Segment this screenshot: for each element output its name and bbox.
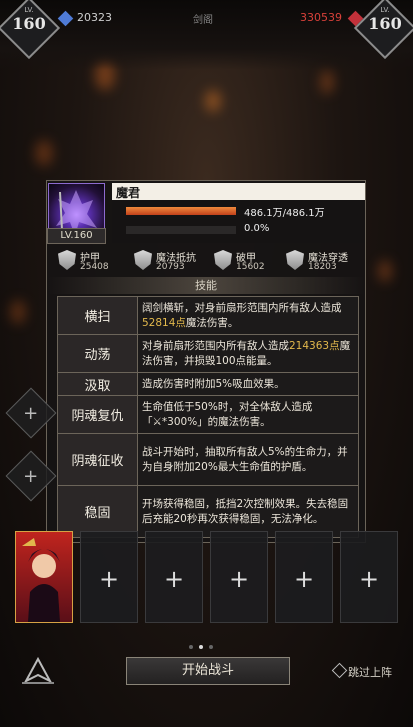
- skill-name: 稳固: [57, 485, 138, 538]
- armor-break-icon: [214, 250, 232, 270]
- page-dot: [189, 645, 193, 649]
- skill-desc-text: 开场获得稳固，抵挡2次控制效果。失去稳固后充能20秒再次获得稳固，无法净化。: [142, 497, 349, 525]
- skill-desc-text: 对身前扇形范围内所有敌人造成: [142, 339, 289, 352]
- boss-level: LV.160: [47, 228, 106, 244]
- enemy-level-label: LV.: [380, 6, 390, 14]
- start-battle-button[interactable]: 开始战斗: [126, 657, 290, 685]
- enemy-power: 330539: [300, 11, 342, 24]
- skill-row: 汲取 造成伤害时附加5%吸血效果。: [57, 372, 359, 396]
- plus-icon: +: [23, 465, 39, 487]
- page-dot: [209, 645, 213, 649]
- skill-name: 汲取: [57, 372, 138, 396]
- player-gem-icon: [57, 10, 74, 27]
- top-bar: LV. 160 20323 剑阁 330539 LV. 160: [0, 0, 413, 70]
- page-dot-active: [199, 645, 203, 649]
- armor-icon: [58, 250, 76, 270]
- stat-value: 15602: [236, 262, 265, 272]
- skills-header: 技能: [48, 277, 364, 294]
- skill-desc-highlight: 214363点: [289, 339, 340, 352]
- skill-name: 阴魂复仇: [57, 395, 138, 434]
- magic-resist-icon: [134, 250, 152, 270]
- plus-icon: +: [358, 565, 380, 593]
- skip-diamond-icon: [331, 662, 348, 679]
- hero-slot-1[interactable]: +: [80, 531, 138, 623]
- skill-name: 横扫: [57, 296, 138, 335]
- stat-value: 18203: [308, 262, 337, 272]
- hero-slot-5[interactable]: +: [340, 531, 398, 623]
- plus-icon: +: [163, 565, 185, 593]
- hero-card-selected[interactable]: [15, 531, 73, 623]
- player-level-label: LV.: [24, 6, 34, 14]
- skip-deploy-button[interactable]: 跳过上阵: [348, 664, 392, 680]
- skill-desc-text: 造成伤害时附加5%吸血效果。: [142, 377, 285, 390]
- hero-slot-2[interactable]: +: [145, 531, 203, 623]
- page-indicator: [186, 634, 216, 653]
- plus-icon: +: [98, 565, 120, 593]
- stats-row: 护甲 25408 魔法抵抗 20793 破甲 15602 魔法穿透 18203: [48, 247, 364, 277]
- plus-icon: +: [23, 402, 39, 424]
- magic-penetration-icon: [286, 250, 304, 270]
- skill-desc: 造成伤害时附加5%吸血效果。: [137, 372, 359, 396]
- hero-slot-3[interactable]: +: [210, 531, 268, 623]
- hp-text: 486.1万/486.1万: [244, 208, 325, 219]
- skills-table: 横扫 阔剑横斩，对身前扇形范围内所有敌人造成 52814点魔法伤害。 动荡 对身前…: [57, 296, 359, 538]
- plus-icon: +: [228, 565, 250, 593]
- player-power: 20323: [77, 11, 112, 24]
- skill-desc-highlight: ⚔*300%: [153, 416, 198, 428]
- hero-slot-4[interactable]: +: [275, 531, 333, 623]
- enemy-level: 160: [368, 14, 402, 33]
- skill-row: 横扫 阔剑横斩，对身前扇形范围内所有敌人造成 52814点魔法伤害。: [57, 296, 359, 335]
- skill-row: 阴魂复仇 生命值低于50%时，对全体敌人造成「⚔*300%」的魔法伤害。: [57, 395, 359, 434]
- skill-desc: 开场获得稳固，抵挡2次控制效果。失去稳固后充能20秒再次获得稳固，无法净化。: [137, 485, 359, 538]
- skill-row: 动荡 对身前扇形范围内所有敌人造成214363点魔法伤害，并损毁100点能量。: [57, 334, 359, 373]
- top-center-label: 剑阁: [193, 15, 213, 26]
- shield-bar: [126, 226, 236, 234]
- boss-name: 魔君: [116, 186, 141, 200]
- skill-desc-text: 魔法伤害。: [185, 316, 239, 329]
- stat-value: 20793: [156, 262, 185, 272]
- skill-desc-highlight: 52814点: [142, 316, 186, 329]
- skill-desc-text: 战斗开始时，抽取所有敌人5%的生命力，并为自身附加20%最大生命值的护盾。: [142, 445, 348, 473]
- hero-portrait-icon: [22, 538, 60, 622]
- stat-value: 25408: [80, 262, 109, 272]
- player-level: 160: [12, 14, 46, 33]
- skill-row: 阴魂征收 战斗开始时，抽取所有敌人5%的生命力，并为自身附加20%最大生命值的护…: [57, 433, 359, 486]
- hp-bar: [126, 207, 236, 215]
- skill-desc: 生命值低于50%时，对全体敌人造成「⚔*300%」的魔法伤害。: [137, 395, 359, 434]
- skill-desc-highlight-text: ⚔*300%: [152, 415, 198, 428]
- skill-name: 动荡: [57, 334, 138, 373]
- skill-desc: 对身前扇形范围内所有敌人造成214363点魔法伤害，并损毁100点能量。: [137, 334, 359, 373]
- plus-icon: +: [293, 565, 315, 593]
- skill-desc: 战斗开始时，抽取所有敌人5%的生命力，并为自身附加20%最大生命值的护盾。: [137, 433, 359, 486]
- formation-logo-icon[interactable]: [18, 653, 58, 693]
- skill-desc: 阔剑横斩，对身前扇形范围内所有敌人造成 52814点魔法伤害。: [137, 296, 359, 335]
- shield-text: 0.0%: [244, 223, 270, 234]
- hp-bar-fill: [126, 207, 236, 215]
- skill-desc-text: 」的魔法伤害。: [197, 415, 271, 428]
- skill-name: 阴魂征收: [57, 433, 138, 486]
- skill-desc-text: 阔剑横斩，对身前扇形范围内所有敌人造成: [142, 301, 342, 314]
- skill-row: 稳固 开场获得稳固，抵挡2次控制效果。失去稳固后充能20秒再次获得稳固，无法净化…: [57, 485, 359, 538]
